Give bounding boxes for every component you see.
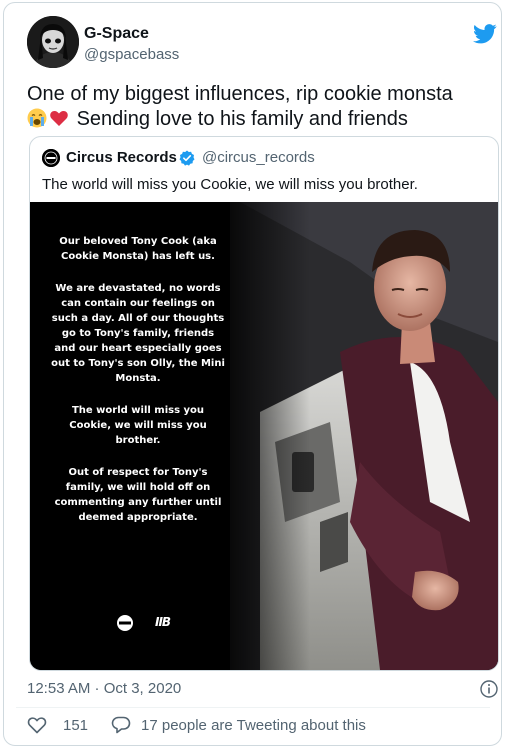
announcement-paragraph: The world will miss you Cookie, we will … (69, 405, 207, 446)
quoted-author-name[interactable]: Circus Records (66, 148, 177, 168)
author-handle[interactable]: @gspacebass (84, 45, 179, 65)
tweet-timestamp[interactable]: 12:53 AM · Oct 3, 2020 (27, 679, 181, 699)
announcement-text: Our beloved Tony Cook (aka Cookie Monsta… (50, 234, 226, 542)
divider (16, 707, 490, 708)
quoted-tweet-text: The world will miss you Cookie, we will … (42, 176, 418, 193)
quoted-author-avatar[interactable] (42, 149, 60, 167)
quoted-author-handle[interactable]: @circus_records (202, 148, 315, 168)
info-icon[interactable] (480, 680, 498, 698)
tweet-line-1: One of my biggest influences, rip cookie… (27, 83, 453, 105)
author-name[interactable]: G-Space (84, 24, 149, 44)
quoted-tweet[interactable]: Circus Records @circus_records The world… (29, 136, 499, 671)
announcement-paragraph: Our beloved Tony Cook (aka Cookie Monsta… (59, 236, 217, 262)
crying-face-icon (27, 108, 47, 135)
tweet-text: One of my biggest influences, rip cookie… (27, 82, 497, 135)
speech-bubble-icon (111, 716, 131, 734)
announcement-paragraph: We are devastated, no words can contain … (51, 283, 225, 384)
like-count: 151 (63, 716, 89, 734)
like-button[interactable]: 151 (27, 716, 88, 734)
verified-badge-icon (179, 150, 195, 166)
circus-records-logo-icon (117, 615, 133, 631)
tweeting-about-text: 17 people are Tweeting about this (141, 716, 366, 734)
tweeting-about-link[interactable]: 17 people are Tweeting about this (111, 716, 366, 734)
red-heart-icon (49, 108, 69, 135)
quoted-media-image[interactable]: Our beloved Tony Cook (aka Cookie Monsta… (30, 202, 498, 670)
heart-icon (27, 717, 47, 734)
author-avatar[interactable] (27, 16, 79, 68)
label-logo: IIB (155, 615, 171, 629)
twitter-bird-icon[interactable] (473, 24, 497, 44)
tweet-card: G-Space @gspacebass One of my biggest in… (3, 2, 502, 746)
tweet-line-2: Sending love to his family and friends (76, 108, 408, 130)
announcement-paragraph: Out of respect for Tony's family, we wil… (54, 467, 222, 523)
